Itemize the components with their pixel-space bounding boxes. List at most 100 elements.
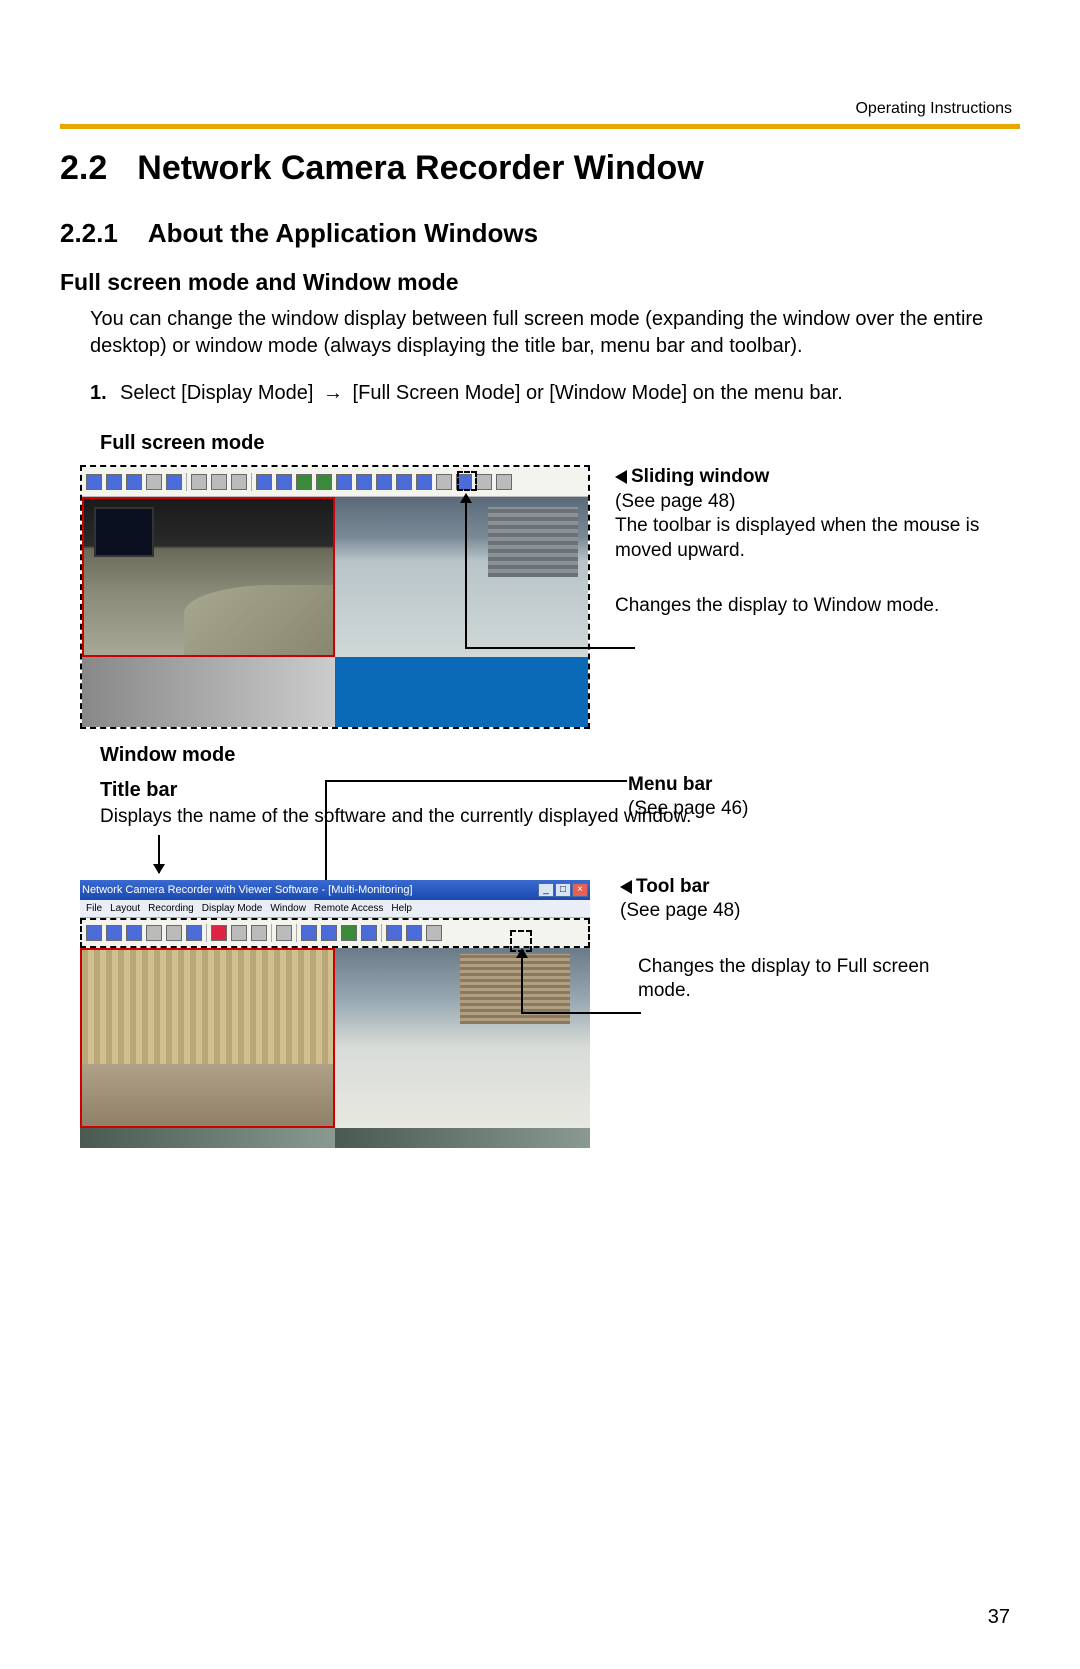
- minimize-button[interactable]: _: [538, 883, 554, 897]
- menu-item[interactable]: Layout: [110, 903, 140, 914]
- toolbar-icon[interactable]: [146, 925, 162, 941]
- section-number: 2.2: [60, 149, 107, 188]
- toolbar-icon[interactable]: [191, 474, 207, 490]
- arrow-left-icon: [615, 470, 627, 484]
- toolbar-icon[interactable]: [166, 474, 182, 490]
- header-rule: [60, 124, 1020, 129]
- layout-icon[interactable]: [276, 474, 292, 490]
- windowmode-screenshot: Network Camera Recorder with Viewer Soft…: [80, 880, 590, 1148]
- maximize-button[interactable]: □: [555, 883, 571, 897]
- toolbar-icon[interactable]: [231, 925, 247, 941]
- step-text: Select [Display Mode] → [Full Screen Mod…: [120, 380, 843, 407]
- section-heading: 2.2 Network Camera Recorder Window: [60, 149, 1020, 188]
- arrow-icon: →: [319, 382, 347, 404]
- fullscreen-mode-icon[interactable]: [386, 925, 402, 941]
- toolbar-icon[interactable]: [126, 474, 142, 490]
- camera-view-3[interactable]: [82, 657, 335, 727]
- toolbar-separator: [381, 924, 382, 942]
- page-number: 37: [988, 1606, 1010, 1629]
- sliding-window-ref: (See page 48): [615, 491, 735, 512]
- toolbar-icon[interactable]: [86, 474, 102, 490]
- section-title-text: Network Camera Recorder Window: [137, 149, 704, 187]
- camera-view-4[interactable]: [335, 1128, 590, 1148]
- toolbar-icon[interactable]: [126, 925, 142, 941]
- toolbar-icon[interactable]: [211, 474, 227, 490]
- fullscreen-screenshot: [80, 465, 590, 729]
- sliding-window-desc: The toolbar is displayed when the mouse …: [615, 515, 979, 561]
- toolbar-icon[interactable]: [496, 474, 512, 490]
- subsection-heading: 2.2.1About the Application Windows: [60, 218, 1020, 249]
- menu-item[interactable]: File: [86, 903, 102, 914]
- toolbar-label: Tool bar: [636, 876, 710, 897]
- menu-item[interactable]: Window: [270, 903, 306, 914]
- toolbar-icon[interactable]: [376, 474, 392, 490]
- fullscreen-annotations: Sliding window (See page 48) The toolbar…: [615, 465, 995, 638]
- change-to-fullscreen-annotation: Changes the display to Full screen mode.: [638, 955, 938, 1004]
- menubar-label: Menu bar: [628, 774, 712, 795]
- toolbar-separator: [206, 924, 207, 942]
- toolbar-icon[interactable]: [361, 925, 377, 941]
- menu-item[interactable]: Help: [391, 903, 412, 914]
- app-titlebar[interactable]: Network Camera Recorder with Viewer Soft…: [80, 880, 590, 900]
- toolbar-icon[interactable]: [476, 474, 492, 490]
- camera-view-4[interactable]: [335, 657, 588, 727]
- windowmode-caption: Window mode: [100, 744, 1020, 767]
- step-number: 1.: [90, 380, 120, 407]
- layout-icon[interactable]: [256, 474, 272, 490]
- leader-line: [521, 952, 523, 1012]
- menu-item[interactable]: Display Mode: [202, 903, 263, 914]
- toolbar-separator: [271, 924, 272, 942]
- camera-view-2[interactable]: [335, 497, 588, 657]
- arrow-down-icon: [158, 835, 160, 873]
- menu-item[interactable]: Recording: [148, 903, 194, 914]
- toolbar-icon[interactable]: [396, 474, 412, 490]
- toolbar-icon[interactable]: [336, 474, 352, 490]
- layout-icon[interactable]: [296, 474, 312, 490]
- toolbar-icon[interactable]: [106, 474, 122, 490]
- titlebar-desc: Displays the name of the software and th…: [100, 804, 1020, 830]
- toolbar-icon[interactable]: [186, 925, 202, 941]
- layout-icon[interactable]: [301, 925, 317, 941]
- arrow-left-icon: [620, 880, 632, 894]
- layout-icon[interactable]: [321, 925, 337, 941]
- leader-line: [521, 1012, 641, 1014]
- camera-view-1[interactable]: [82, 497, 335, 657]
- sliding-toolbar: [82, 467, 588, 497]
- toolbar-separator: [296, 924, 297, 942]
- toolbar-separator: [186, 473, 187, 491]
- toolbar-icon[interactable]: [426, 925, 442, 941]
- menu-item[interactable]: Remote Access: [314, 903, 383, 914]
- toolbar-icon[interactable]: [276, 925, 292, 941]
- toolbar-separator: [251, 473, 252, 491]
- toolbar-icon[interactable]: [406, 925, 422, 941]
- close-button[interactable]: ×: [572, 883, 588, 897]
- subsection-title-text: About the Application Windows: [148, 218, 538, 248]
- mode-heading: Full screen mode and Window mode: [60, 269, 1020, 296]
- menubar-annotation: Menu bar (See page 46): [628, 773, 748, 822]
- step-1: 1. Select [Display Mode] → [Full Screen …: [90, 380, 1020, 407]
- toolbar-icon[interactable]: [436, 474, 452, 490]
- layout-icon[interactable]: [341, 925, 357, 941]
- window-mode-icon[interactable]: [356, 474, 372, 490]
- toolbar-icon[interactable]: [106, 925, 122, 941]
- toolbar-icon[interactable]: [146, 474, 162, 490]
- camera-view-1[interactable]: [80, 948, 335, 1128]
- app-menubar[interactable]: File Layout Recording Display Mode Windo…: [80, 900, 590, 918]
- leader-line: [465, 497, 467, 647]
- leader-line: [327, 780, 627, 782]
- camera-grid: [82, 497, 588, 727]
- toolbar-icon[interactable]: [416, 474, 432, 490]
- intro-paragraph: You can change the window display betwee…: [90, 306, 1020, 360]
- toolbar-icon[interactable]: [86, 925, 102, 941]
- fullscreen-caption: Full screen mode: [100, 432, 1020, 455]
- toolbar-icon[interactable]: [231, 474, 247, 490]
- camera-view-3[interactable]: [80, 1128, 335, 1148]
- record-icon[interactable]: [211, 925, 227, 941]
- arrow-down-icon: [325, 780, 327, 890]
- toolbar-icon[interactable]: [166, 925, 182, 941]
- camera-view-2[interactable]: [335, 948, 590, 1128]
- layout-icon[interactable]: [316, 474, 332, 490]
- toolbar-icon[interactable]: [251, 925, 267, 941]
- change-to-fullscreen-desc: Changes the display to Full screen mode.: [638, 956, 930, 1002]
- toolbar-annotation: Tool bar (See page 48): [620, 875, 740, 924]
